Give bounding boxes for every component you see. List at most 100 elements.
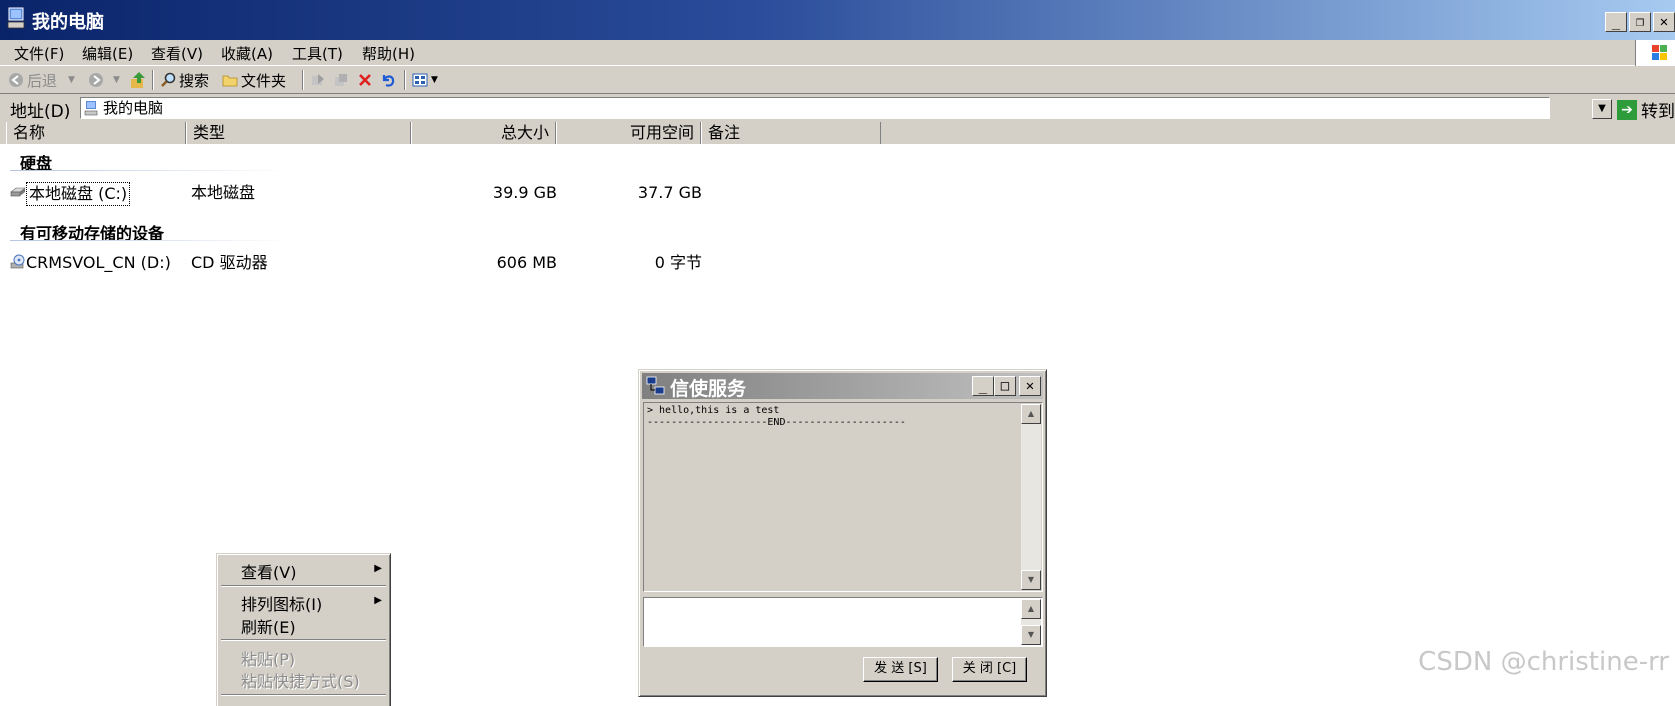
dialog-minimize-button[interactable]: _: [972, 376, 994, 396]
copy-to-button[interactable]: [333, 70, 349, 90]
menu-file[interactable]: 文件(F): [14, 43, 64, 64]
drive-total-size: 39.9 GB: [492, 183, 557, 202]
up-folder-icon: [131, 72, 145, 88]
drive-type: CD 驱动器: [191, 253, 268, 272]
close-button[interactable]: ✕: [1653, 12, 1675, 32]
input-scrollbar[interactable]: ▲ ▼: [1021, 599, 1041, 645]
menu-separator: [221, 639, 386, 641]
column-header-type[interactable]: 类型: [186, 122, 411, 144]
menu-separator: [221, 694, 386, 696]
title-bar: 我的电脑 _ ❐ ✕: [0, 0, 1675, 40]
up-folder-button[interactable]: [130, 70, 146, 90]
window-title: 我的电脑: [32, 12, 104, 33]
messenger-dialog: 信使服务 _ □ ✕ > hello,this is a test ------…: [638, 369, 1047, 697]
my-computer-icon: [7, 7, 25, 29]
scroll-down-icon[interactable]: ▼: [1021, 625, 1041, 645]
context-item-arrange-icons[interactable]: 排列图标(I): [241, 591, 322, 615]
context-item-paste-shortcut[interactable]: 粘贴快捷方式(S): [241, 668, 360, 692]
forward-button[interactable]: ▼: [88, 70, 120, 90]
network-icon: [646, 376, 665, 395]
list-item-drive-d[interactable]: CRMSVOL_CN (D:) CD 驱动器 606 MB 0 字节: [10, 252, 710, 274]
go-label: 转到: [1641, 102, 1675, 122]
my-computer-icon: [84, 101, 98, 116]
restore-button[interactable]: ❐: [1629, 12, 1651, 32]
send-button[interactable]: 发 送 [S]: [863, 657, 938, 682]
minimize-button[interactable]: _: [1605, 12, 1627, 32]
folder-icon: [222, 75, 238, 87]
column-header-bar: 名称 类型 总大小 可用空间 备注: [0, 122, 1675, 144]
move-to-icon: [312, 74, 324, 85]
context-item-view[interactable]: 查看(V): [241, 559, 296, 583]
drive-total-size: 606 MB: [496, 253, 557, 272]
undo-icon: [382, 75, 395, 87]
windows-logo-icon: [1635, 40, 1675, 66]
search-label: 搜索: [179, 71, 210, 90]
scroll-down-icon[interactable]: ▼: [1021, 570, 1041, 590]
views-icon: [412, 73, 428, 87]
drive-free-space: 0 字节: [654, 253, 702, 272]
hard-disk-icon: [10, 187, 26, 197]
forward-arrow-icon: [89, 73, 103, 87]
folders-button[interactable]: 文件夹: [222, 70, 286, 90]
dialog-close-button[interactable]: ✕: [1019, 376, 1041, 396]
cd-drive-icon: [10, 254, 25, 269]
message-history[interactable]: > hello,this is a test -----------------…: [643, 402, 1043, 592]
close-dialog-button[interactable]: 关 闭 [C]: [952, 657, 1027, 682]
column-header-free-space[interactable]: 可用空间: [556, 122, 701, 144]
submenu-arrow-icon: ▶: [374, 563, 382, 574]
search-icon: [161, 72, 176, 87]
message-input[interactable]: ▲ ▼: [643, 597, 1043, 647]
menu-edit[interactable]: 编辑(E): [82, 43, 133, 64]
menu-tools[interactable]: 工具(T): [292, 43, 343, 64]
list-item-drive-c[interactable]: 本地磁盘 (C:) 本地磁盘 39.9 GB 37.7 GB: [10, 182, 710, 206]
dialog-title: 信使服务: [670, 378, 747, 400]
chevron-down-icon[interactable]: ▼: [113, 75, 120, 85]
address-dropdown-button[interactable]: ▼: [1592, 99, 1612, 119]
delete-button[interactable]: [357, 70, 373, 90]
dialog-title-bar: 信使服务 _ □ ✕: [642, 373, 1043, 400]
copy-to-icon: [335, 74, 347, 86]
message-text: > hello,this is a test -----------------…: [647, 405, 906, 428]
drive-name: CRMSVOL_CN (D:): [26, 253, 171, 272]
column-header-comments[interactable]: 备注: [701, 122, 881, 144]
folders-label: 文件夹: [241, 71, 287, 90]
drive-type: 本地磁盘: [191, 183, 256, 202]
chevron-down-icon[interactable]: ▼: [431, 75, 438, 85]
go-button[interactable]: ➔ 转到: [1617, 97, 1675, 122]
address-bar: 地址(D) 我的电脑 ▼ ➔ 转到: [0, 94, 1675, 122]
scroll-up-icon[interactable]: ▲: [1021, 404, 1041, 424]
context-menu: 查看(V) ▶ 排列图标(I) ▶ 刷新(E) 粘贴(P) 粘贴快捷方式(S): [216, 553, 391, 706]
address-value: 我的电脑: [103, 99, 164, 117]
drive-name: 本地磁盘 (C:): [26, 182, 131, 206]
group-divider: [10, 240, 290, 241]
message-scrollbar[interactable]: ▲ ▼: [1021, 404, 1041, 590]
menu-favorites[interactable]: 收藏(A): [221, 43, 273, 64]
move-to-button[interactable]: [310, 70, 326, 90]
menu-help[interactable]: 帮助(H): [362, 43, 415, 64]
submenu-arrow-icon: ▶: [374, 595, 382, 606]
drive-free-space: 37.7 GB: [637, 183, 702, 202]
watermark: CSDN @christine-rr: [1418, 647, 1669, 677]
back-arrow-icon: [9, 73, 23, 87]
go-arrow-icon: ➔: [1617, 99, 1637, 120]
back-label: 后退: [27, 71, 58, 90]
address-field[interactable]: 我的电脑: [80, 97, 1550, 119]
scroll-up-icon[interactable]: ▲: [1021, 599, 1041, 619]
search-button[interactable]: 搜索: [160, 70, 209, 90]
context-item-refresh[interactable]: 刷新(E): [241, 614, 296, 638]
group-divider: [10, 170, 290, 171]
back-button[interactable]: 后退 ▼: [8, 70, 75, 90]
dialog-maximize-button[interactable]: □: [994, 376, 1016, 396]
chevron-down-icon[interactable]: ▼: [68, 75, 75, 85]
column-header-total-size[interactable]: 总大小: [411, 122, 556, 144]
toolbar: 后退 ▼ ▼ 搜索 文件夹 ▼: [0, 66, 1675, 94]
delete-icon: [359, 74, 371, 86]
undo-button[interactable]: [380, 70, 396, 90]
views-button[interactable]: ▼: [412, 70, 438, 90]
context-item-paste[interactable]: 粘贴(P): [241, 646, 295, 670]
menu-separator: [221, 585, 386, 587]
menu-view[interactable]: 查看(V): [151, 43, 203, 64]
column-header-name[interactable]: 名称: [6, 122, 186, 144]
menu-bar: 文件(F) 编辑(E) 查看(V) 收藏(A) 工具(T) 帮助(H): [0, 40, 1675, 66]
address-label: 地址(D): [10, 102, 71, 122]
